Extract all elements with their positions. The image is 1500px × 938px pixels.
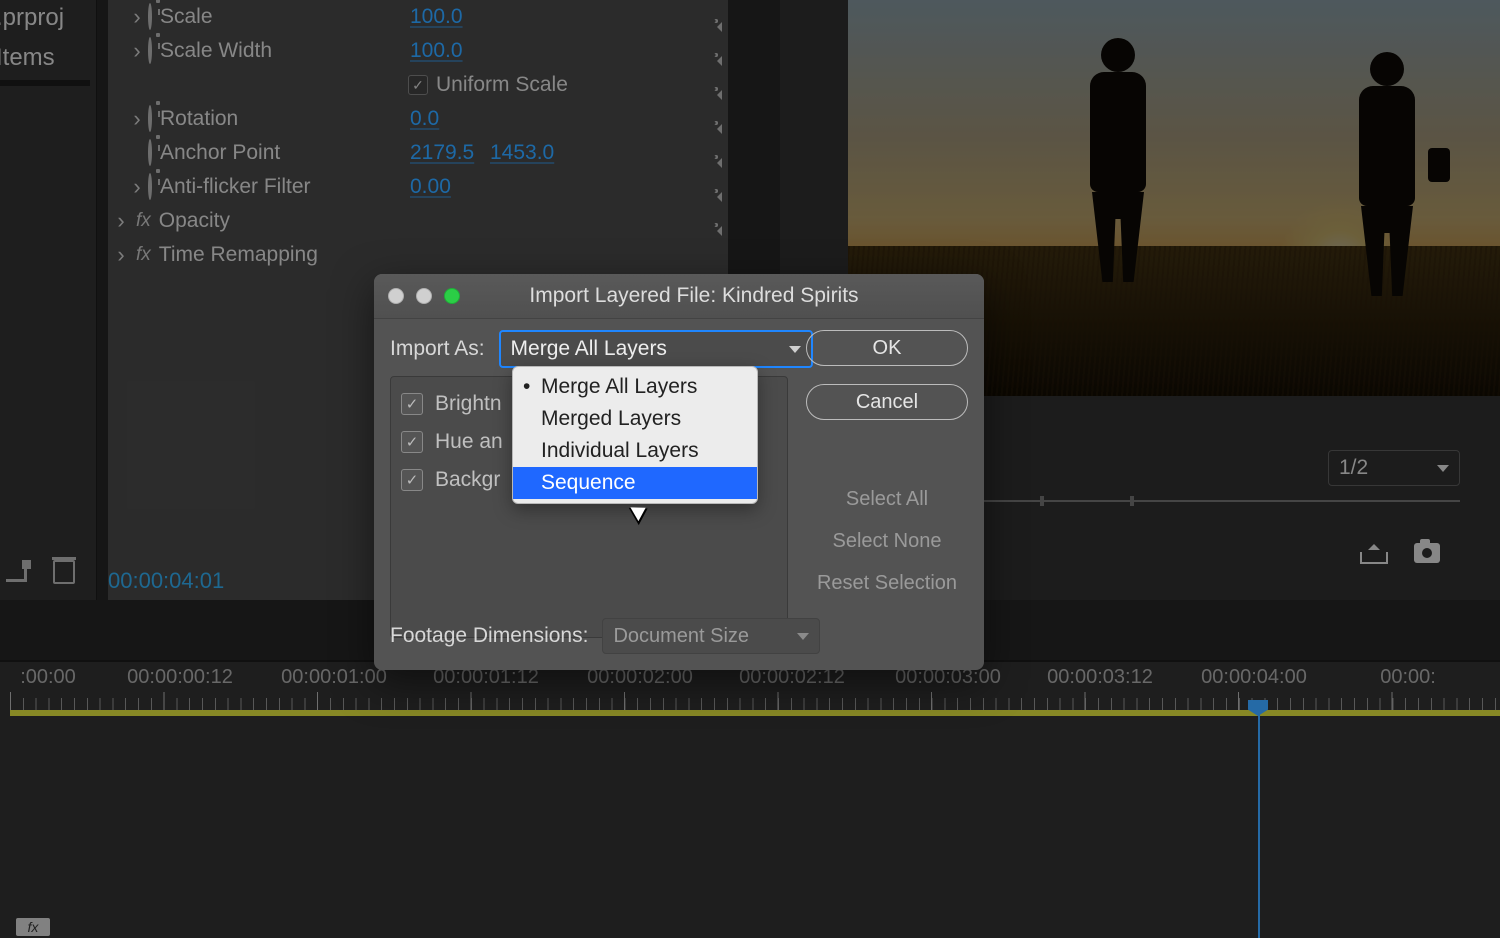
import-as-option-merged-layers[interactable]: Merged Layers bbox=[513, 403, 757, 435]
zoom-level-value: 1/2 bbox=[1339, 456, 1368, 480]
layer-checkbox[interactable] bbox=[401, 431, 423, 453]
fx-icon[interactable]: fx bbox=[136, 244, 151, 266]
property-label: Uniform Scale bbox=[436, 73, 568, 97]
project-panel: .prproj Items bbox=[0, 0, 97, 600]
timecode-label: 00:00:04:00 bbox=[1201, 666, 1307, 689]
effect-controls-timecode[interactable]: 00:00:04:01 bbox=[108, 568, 224, 594]
property-value-y[interactable]: 1453.0 bbox=[490, 141, 554, 165]
traffic-minimize-icon[interactable] bbox=[416, 288, 432, 304]
twirl-icon[interactable] bbox=[130, 4, 144, 30]
property-label: Anchor Point bbox=[160, 141, 280, 165]
twirl-icon[interactable] bbox=[130, 174, 144, 200]
layer-name: Hue an bbox=[435, 430, 503, 454]
chevron-down-icon bbox=[1437, 465, 1449, 472]
stopwatch-icon[interactable] bbox=[148, 39, 152, 63]
import-as-option-merge-all-layers[interactable]: Merge All Layers bbox=[513, 371, 757, 403]
footage-dimensions-value: Document Size bbox=[613, 625, 749, 648]
property-value[interactable]: 100.0 bbox=[410, 39, 463, 63]
property-label: Scale Width bbox=[160, 39, 272, 63]
property-value[interactable]: 2179.5 bbox=[410, 141, 474, 165]
import-as-label: Import As: bbox=[390, 337, 485, 361]
fx-icon[interactable]: fx bbox=[136, 210, 151, 232]
property-rotation: Rotation 0.0 bbox=[108, 102, 728, 136]
property-value[interactable]: 100.0 bbox=[410, 5, 463, 29]
ok-button[interactable]: OK bbox=[806, 330, 968, 366]
snapshot-icon[interactable] bbox=[1414, 543, 1440, 563]
uniform-scale-checkbox[interactable] bbox=[408, 75, 428, 95]
timecode-label: 00:00:00:12 bbox=[127, 666, 233, 689]
property-anchor-point: Anchor Point 2179.5 1453.0 bbox=[108, 136, 728, 170]
import-as-option-individual-layers[interactable]: Individual Layers bbox=[513, 435, 757, 467]
traffic-close-icon[interactable] bbox=[388, 288, 404, 304]
footage-dimensions-dropdown[interactable]: Document Size bbox=[602, 618, 820, 654]
chevron-down-icon bbox=[797, 633, 809, 640]
effect-group-label: Opacity bbox=[159, 209, 230, 233]
twirl-icon[interactable] bbox=[114, 208, 128, 234]
new-item-icon[interactable] bbox=[6, 563, 27, 582]
layer-checkbox[interactable] bbox=[401, 469, 423, 491]
export-frame-icon[interactable] bbox=[1360, 542, 1384, 564]
twirl-icon[interactable] bbox=[114, 242, 128, 268]
import-as-selected: Merge All Layers bbox=[511, 337, 667, 361]
property-scale: Scale 100.0 bbox=[108, 0, 728, 34]
stopwatch-icon[interactable] bbox=[148, 5, 152, 29]
import-as-menu: Merge All LayersMerged LayersIndividual … bbox=[512, 366, 758, 504]
timeline-work-area[interactable] bbox=[10, 710, 1500, 716]
import-layered-file-dialog: Import Layered File: Kindred Spirits Imp… bbox=[374, 274, 984, 670]
zoom-level-dropdown[interactable]: 1/2 bbox=[1328, 450, 1460, 486]
stopwatch-icon[interactable] bbox=[148, 107, 152, 131]
trash-icon[interactable] bbox=[53, 560, 75, 584]
property-label: Rotation bbox=[160, 107, 238, 131]
timecode-label: 00:00:01:00 bbox=[281, 666, 387, 689]
footage-dimensions-label: Footage Dimensions: bbox=[390, 624, 588, 648]
traffic-maximize-icon[interactable] bbox=[444, 288, 460, 304]
project-file-ext: .prproj bbox=[0, 4, 64, 32]
import-as-option-sequence[interactable]: Sequence bbox=[513, 467, 757, 499]
dialog-titlebar[interactable]: Import Layered File: Kindred Spirits bbox=[374, 274, 984, 319]
property-uniform-scale: Uniform Scale bbox=[108, 68, 728, 102]
timeline-ticks-major bbox=[10, 692, 1500, 712]
reset-selection-button[interactable]: Reset Selection bbox=[807, 566, 967, 600]
timeline-playhead-line bbox=[1258, 712, 1260, 938]
clip-fx-badge[interactable]: fx bbox=[16, 918, 50, 936]
property-value[interactable]: 0.0 bbox=[410, 107, 439, 131]
timecode-label: 00:00: bbox=[1380, 666, 1436, 689]
stopwatch-icon[interactable] bbox=[148, 175, 152, 199]
import-as-dropdown[interactable]: Merge All Layers bbox=[499, 330, 813, 368]
effect-group-time-remapping[interactable]: fx Time Remapping bbox=[108, 238, 728, 272]
cancel-button[interactable]: Cancel bbox=[806, 384, 968, 420]
stopwatch-icon[interactable] bbox=[148, 141, 152, 165]
layer-name: Backgr bbox=[435, 468, 500, 492]
twirl-icon[interactable] bbox=[130, 38, 144, 64]
timecode-label: 00:00:03:12 bbox=[1047, 666, 1153, 689]
project-tab-underline bbox=[0, 80, 90, 86]
project-items-label: Items bbox=[0, 44, 55, 72]
property-anti-flicker-filter: Anti-flicker Filter 0.00 bbox=[108, 170, 728, 204]
timecode-label: :00:00 bbox=[20, 666, 76, 689]
select-all-button[interactable]: Select All bbox=[807, 482, 967, 516]
layer-name: Brightn bbox=[435, 392, 502, 416]
select-none-button[interactable]: Select None bbox=[807, 524, 967, 558]
dialog-title: Import Layered File: Kindred Spirits bbox=[460, 284, 984, 308]
timeline-panel: :00:0000:00:00:1200:00:01:0000:00:01:120… bbox=[0, 660, 1500, 938]
chevron-down-icon bbox=[789, 346, 801, 353]
effect-group-opacity[interactable]: fx Opacity bbox=[108, 204, 728, 238]
twirl-icon[interactable] bbox=[130, 106, 144, 132]
property-label: Scale bbox=[160, 5, 213, 29]
property-scale-width: Scale Width 100.0 bbox=[108, 34, 728, 68]
property-value[interactable]: 0.00 bbox=[410, 175, 451, 199]
layer-checkbox[interactable] bbox=[401, 393, 423, 415]
mouse-cursor-icon bbox=[632, 500, 650, 524]
effect-group-label: Time Remapping bbox=[159, 243, 318, 267]
property-label: Anti-flicker Filter bbox=[160, 175, 311, 199]
